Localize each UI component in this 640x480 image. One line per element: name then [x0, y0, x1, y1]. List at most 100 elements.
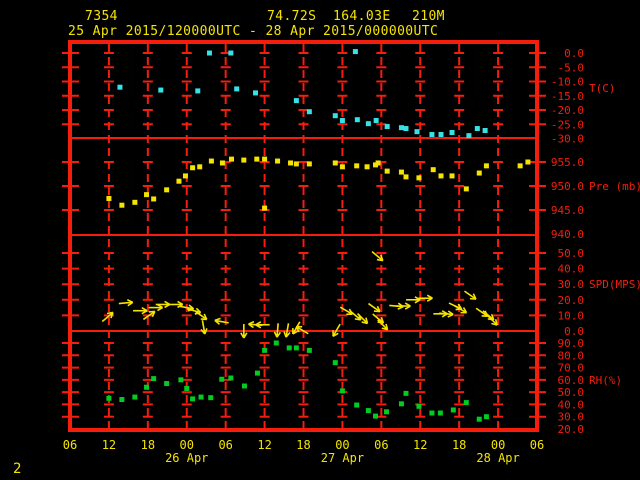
pressure-point [430, 167, 436, 173]
hour-label: 00 [180, 438, 194, 452]
pressure-point [375, 160, 381, 166]
wind-arrow [475, 307, 489, 318]
humidity-point [403, 390, 409, 396]
temperature-point [449, 130, 455, 136]
wind-arrow [464, 290, 477, 300]
pressure-point [275, 158, 281, 164]
hour-label: 12 [257, 438, 271, 452]
pressure-point [364, 164, 370, 170]
wind-arrow [368, 302, 381, 313]
temperature-point [228, 50, 234, 56]
axis-tick-label: 70.0 [558, 362, 585, 375]
humidity-point [384, 409, 390, 415]
axis-tick-label: 940.0 [551, 228, 584, 241]
humidity-point [119, 397, 125, 403]
pressure-point [449, 173, 455, 179]
humidity-point [151, 376, 157, 382]
humidity-point [476, 416, 482, 422]
wind-arrow [439, 310, 454, 318]
pressure-point [476, 170, 482, 176]
wind-arrow-segment [204, 328, 208, 335]
temperature-point [482, 128, 488, 134]
pressure-point [262, 205, 268, 211]
pressure-point [398, 169, 404, 175]
pressure-point [483, 163, 489, 169]
humidity-point [184, 385, 190, 391]
pressure-point [219, 160, 225, 166]
temperature-point [466, 133, 472, 139]
axis-tick-label: -20.0 [551, 104, 584, 117]
humidity-point [286, 345, 292, 351]
humidity-point [429, 410, 435, 416]
temperature-point [306, 109, 312, 115]
humidity-point [208, 395, 214, 401]
axis-tick-label: 90.0 [558, 337, 585, 350]
pressure-point [438, 173, 444, 179]
wind-arrow [194, 310, 208, 321]
humidity-point [450, 407, 456, 413]
pressure-point [403, 174, 409, 180]
hour-label: 18 [141, 438, 155, 452]
hour-label: 18 [296, 438, 310, 452]
date-label: 28 Apr [476, 451, 519, 465]
humidity-point [132, 394, 138, 400]
humidity-point [228, 375, 234, 381]
temperature-point [438, 132, 444, 138]
temperature-point [365, 121, 371, 127]
humidity-point [198, 394, 204, 400]
humidity-point [106, 395, 112, 401]
hour-label: 06 [218, 438, 232, 452]
humidity-point [416, 403, 422, 409]
pressure-point [288, 160, 294, 166]
axis-tick-label: 945.0 [551, 204, 584, 217]
axis-tick-label: 20.0 [558, 423, 585, 436]
pressure-point [106, 195, 112, 201]
humidity-point [178, 377, 184, 383]
axis-tick-label: 0.0 [564, 47, 584, 60]
humidity-point [219, 376, 225, 382]
pressure-point [176, 178, 182, 184]
temperature-point [384, 124, 390, 130]
humidity-point [437, 410, 443, 416]
humidity-point [354, 402, 360, 408]
temperature-point [339, 118, 345, 124]
axis-tick-label: 40.0 [558, 398, 585, 411]
hour-label: 06 [63, 438, 77, 452]
axis-tick-label: 40.0 [558, 263, 585, 276]
axis-tick-label: 20.0 [558, 294, 585, 307]
axis-tick-label: 955.0 [551, 156, 584, 169]
axis-tick-label: 10.0 [558, 309, 585, 322]
humidity-point [273, 340, 279, 346]
humidity-point [262, 347, 268, 353]
pressure-point [293, 161, 299, 167]
humidity-point [190, 396, 196, 402]
humidity-point [398, 401, 404, 407]
date-label: 27 Apr [321, 451, 364, 465]
pressure-point [517, 163, 523, 169]
axis-tick-label: 80.0 [558, 349, 585, 362]
humidity-point [483, 414, 489, 420]
pressure-point [197, 164, 203, 170]
axis-tick-label: -30.0 [551, 133, 584, 146]
pressure-point [306, 161, 312, 167]
pressure-point [354, 163, 360, 169]
axis-tick-label: -10.0 [551, 76, 584, 89]
humidity-point [372, 413, 378, 419]
axis-tick-label: -25.0 [551, 118, 584, 131]
pressure-point [119, 202, 125, 208]
axis-tick-label: 50.0 [558, 247, 585, 260]
pressure-point [416, 175, 422, 181]
axis-tick-label: 30.0 [558, 411, 585, 424]
pressure-point [190, 165, 196, 171]
humidity-point [463, 400, 469, 406]
wind-arrow [155, 300, 171, 309]
axis-tick-label: 950.0 [551, 180, 584, 193]
wind-arrow-segment [148, 310, 155, 313]
pressure-point [525, 159, 531, 165]
axis-unit-label: Pre (mb) [589, 180, 640, 193]
wind-arrow [406, 296, 421, 304]
humidity-point [332, 360, 338, 366]
wind-arrow [255, 321, 270, 329]
axis-unit-label: T(C) [589, 82, 616, 95]
humidity-point [254, 370, 260, 376]
